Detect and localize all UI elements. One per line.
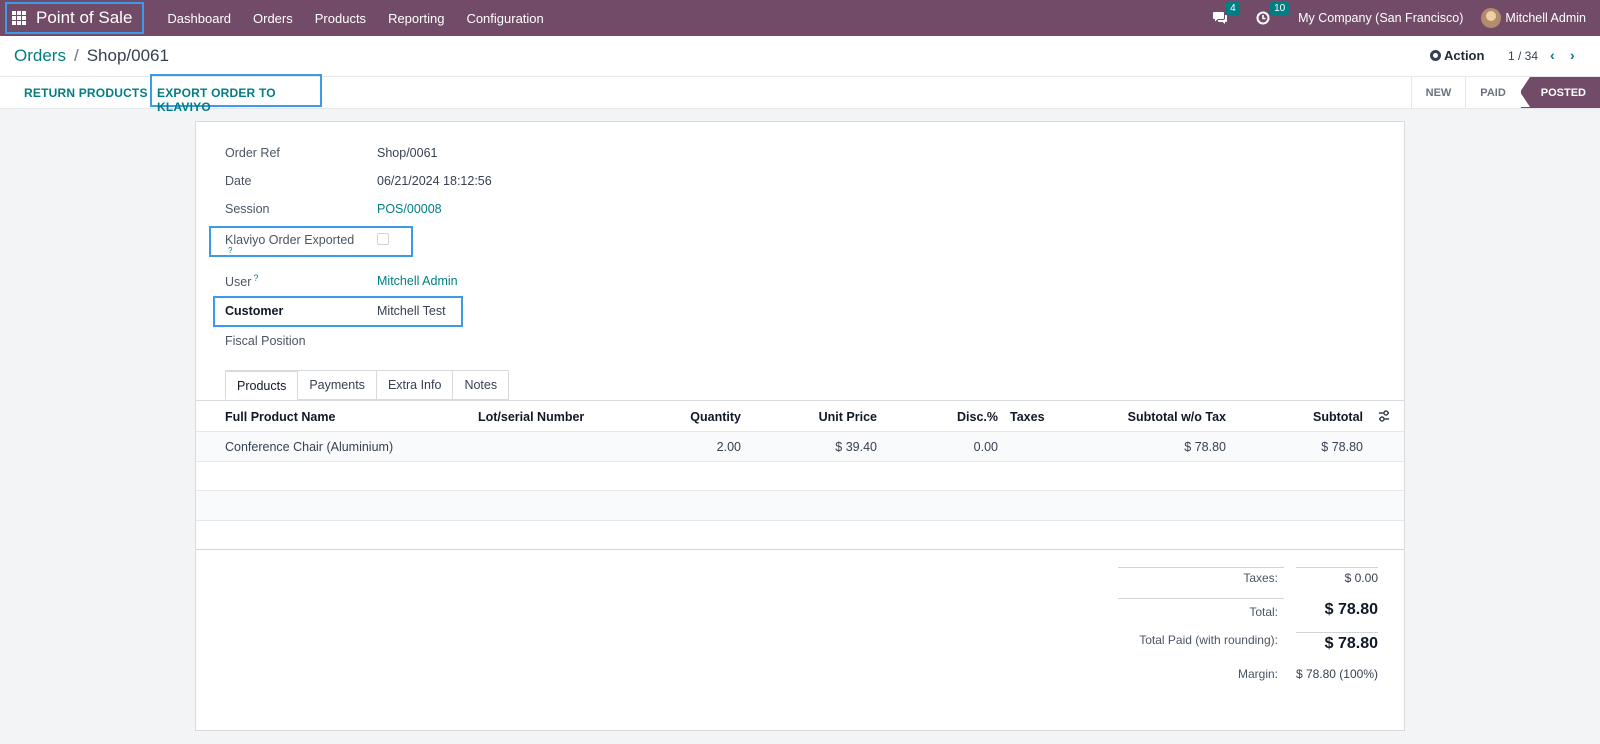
avatar xyxy=(1481,8,1502,28)
klaviyo-exported-checkbox[interactable] xyxy=(377,233,389,245)
user-help-icon[interactable]: ? xyxy=(253,273,258,283)
pager-value[interactable]: 1 / 34 xyxy=(1508,49,1538,63)
tab-products[interactable]: Products xyxy=(225,370,299,400)
stage-paid[interactable]: PAID xyxy=(1465,77,1519,108)
notebook-tabs: Products Payments Extra Info Notes xyxy=(225,370,510,400)
optional-columns-toggle-icon[interactable] xyxy=(1378,410,1390,422)
main-menu: Dashboard Orders Products Reporting Conf… xyxy=(156,11,554,26)
menu-orders[interactable]: Orders xyxy=(242,11,304,26)
session-label: Session xyxy=(225,202,270,216)
activities-systray[interactable]: 10 xyxy=(1256,2,1290,25)
user-menu[interactable]: Mitchell Admin xyxy=(1481,8,1586,28)
col-header-product[interactable]: Full Product Name xyxy=(225,410,335,424)
col-header-subtotal-wo-tax[interactable]: Subtotal w/o Tax xyxy=(1076,410,1226,424)
form-sheet: Order Ref Shop/0061 Date 06/21/2024 18:1… xyxy=(195,121,1405,731)
totals-divider xyxy=(1296,632,1378,633)
stage-new[interactable]: NEW xyxy=(1410,77,1466,108)
taxes-label: Taxes: xyxy=(1243,571,1278,585)
date-value: 06/21/2024 18:12:56 xyxy=(377,174,492,188)
control-panel: Orders / Shop/0061 Action 1 / 34 ‹ › xyxy=(0,36,1600,77)
row-product-name[interactable]: Conference Chair (Aluminium) xyxy=(225,440,393,454)
col-header-subtotal[interactable]: Subtotal xyxy=(1256,410,1363,424)
action-label: Action xyxy=(1444,48,1485,63)
row-unit-price: $ 39.40 xyxy=(835,440,877,454)
return-products-button[interactable]: RETURN PRODUCTS xyxy=(24,86,148,100)
col-header-unit-price[interactable]: Unit Price xyxy=(776,410,877,424)
menu-reporting[interactable]: Reporting xyxy=(377,11,455,26)
table-bottom-divider xyxy=(196,549,1404,550)
row-divider xyxy=(196,461,1404,462)
row-discount: 0.00 xyxy=(973,440,998,454)
col-header-lot[interactable]: Lot/serial Number xyxy=(478,410,584,424)
messages-count-badge: 4 xyxy=(1226,2,1240,15)
session-link[interactable]: POS/00008 xyxy=(377,202,442,216)
tab-notes[interactable]: Notes xyxy=(453,370,510,400)
status-bar: RETURN PRODUCTS EXPORT ORDER TO KLAVIYO … xyxy=(0,74,1600,114)
taxes-value: $ 0.00 xyxy=(1344,571,1378,585)
systray: 4 10 My Company (San Francisco) Mitchell… xyxy=(1212,2,1600,28)
margin-label: Margin: xyxy=(1237,667,1278,681)
col-header-discount[interactable]: Disc.% xyxy=(916,410,998,424)
order-ref-label: Order Ref xyxy=(225,146,280,160)
breadcrumb: Orders / Shop/0061 xyxy=(14,46,169,66)
tab-extra-info[interactable]: Extra Info xyxy=(376,370,454,400)
customer-value[interactable]: Mitchell Test xyxy=(377,304,446,318)
totals-divider xyxy=(1118,567,1284,568)
top-navbar: Point of Sale Dashboard Orders Products … xyxy=(0,0,1600,36)
breadcrumb-separator: / xyxy=(73,46,79,65)
margin-value: $ 78.80 (100%) xyxy=(1295,667,1378,681)
customer-label: Customer xyxy=(225,304,284,318)
breadcrumb-orders[interactable]: Orders xyxy=(14,46,66,66)
row-subtotal-wo-tax: $ 78.80 xyxy=(1184,440,1226,454)
company-switcher[interactable]: My Company (San Francisco) xyxy=(1298,11,1463,25)
apps-grid-icon[interactable] xyxy=(12,11,26,25)
tab-payments[interactable]: Payments xyxy=(298,370,377,400)
user-label: User? xyxy=(225,273,258,289)
total-label: Total: xyxy=(1249,605,1278,619)
status-stages: NEW PAID POSTED xyxy=(1410,77,1600,108)
stage-posted[interactable]: POSTED xyxy=(1519,77,1600,108)
total-value: $ 78.80 xyxy=(1324,601,1378,618)
user-name: Mitchell Admin xyxy=(1505,11,1586,25)
row-subtotal: $ 78.80 xyxy=(1321,440,1363,454)
breadcrumb-current: Shop/0061 xyxy=(86,46,169,65)
activities-count-badge: 10 xyxy=(1270,2,1290,15)
menu-configuration[interactable]: Configuration xyxy=(455,11,554,26)
total-paid-label: Total Paid (with rounding): xyxy=(1139,633,1278,647)
row-quantity: 2.00 xyxy=(716,440,741,454)
pager-next-icon[interactable]: › xyxy=(1570,47,1575,63)
date-label: Date xyxy=(225,174,252,188)
empty-row xyxy=(196,491,1404,520)
pager-previous-icon[interactable]: ‹ xyxy=(1550,47,1555,63)
menu-dashboard[interactable]: Dashboard xyxy=(156,11,242,26)
klaviyo-exported-label: Klaviyo Order Exported xyxy=(225,233,355,247)
clock-icon xyxy=(1256,11,1270,25)
menu-products[interactable]: Products xyxy=(304,11,377,26)
messages-systray[interactable]: 4 xyxy=(1212,2,1240,25)
order-ref-value: Shop/0061 xyxy=(377,146,438,160)
total-paid-value: $ 78.80 xyxy=(1324,635,1378,652)
export-order-to-klaviyo-button[interactable]: EXPORT ORDER TO KLAVIYO xyxy=(150,74,322,114)
col-header-taxes[interactable]: Taxes xyxy=(1010,410,1045,424)
totals-divider xyxy=(1296,567,1378,568)
app-brand[interactable]: Point of Sale xyxy=(5,2,145,34)
klaviyo-help-icon[interactable]: ? xyxy=(228,246,232,255)
gear-icon xyxy=(1430,50,1441,61)
empty-row-divider xyxy=(196,520,1404,521)
col-header-quantity[interactable]: Quantity xyxy=(656,410,741,424)
totals-divider xyxy=(1118,598,1284,599)
user-label-text: User xyxy=(225,275,252,290)
user-link[interactable]: Mitchell Admin xyxy=(377,274,458,288)
app-name[interactable]: Point of Sale xyxy=(36,8,132,28)
tabs-divider xyxy=(196,400,1404,401)
fiscal-position-label: Fiscal Position xyxy=(225,334,306,348)
action-menu-button[interactable]: Action xyxy=(1430,48,1484,63)
